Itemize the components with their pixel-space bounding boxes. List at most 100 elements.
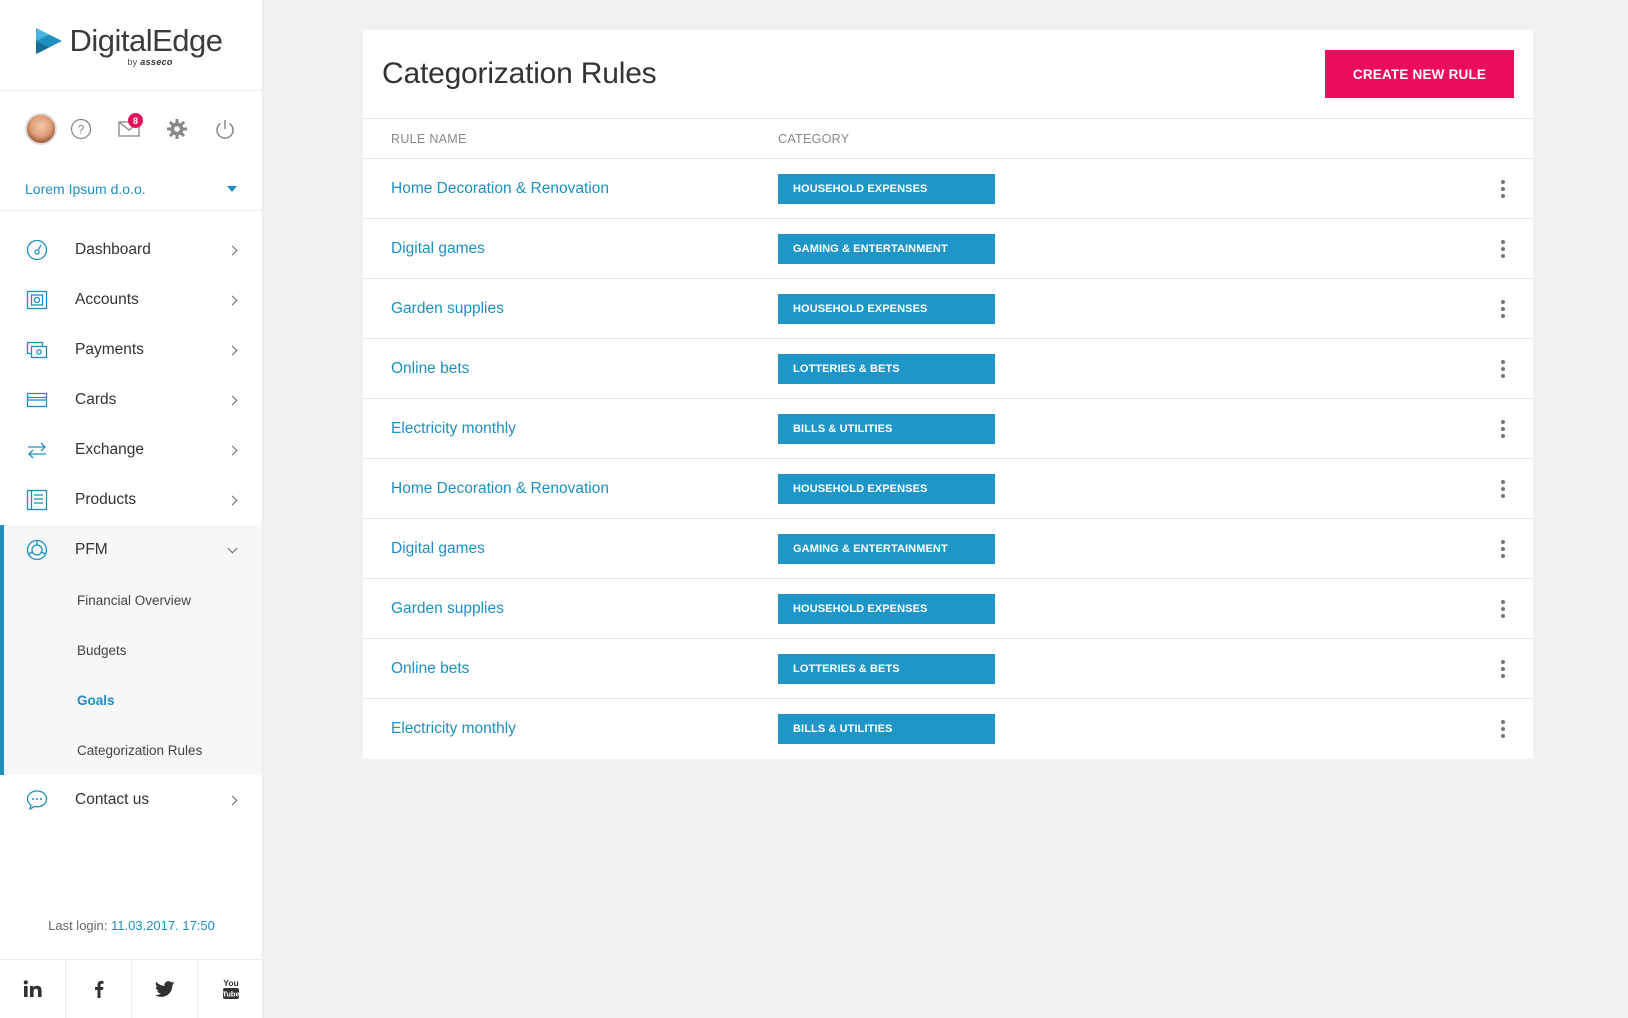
sidebar-item-contact[interactable]: Contact us [0, 775, 262, 825]
more-vertical-icon [1501, 359, 1505, 364]
rule-name-link[interactable]: Digital games [363, 240, 778, 258]
chevron-down-icon [227, 185, 237, 192]
more-options-button[interactable] [1473, 289, 1533, 329]
category-cell: HOUSEHOLD EXPENSES [778, 593, 1473, 624]
more-vertical-icon [1501, 239, 1505, 244]
more-options-button[interactable] [1473, 409, 1533, 449]
linkedin-link[interactable] [0, 960, 66, 1018]
category-badge: HOUSEHOLD EXPENSES [778, 593, 995, 624]
user-toolbar: ? 8 [0, 91, 262, 167]
dashboard-icon [24, 237, 50, 263]
category-cell: LOTTERIES & BETS [778, 653, 1473, 684]
sidebar-subitem-budgets[interactable]: Budgets [4, 625, 262, 675]
category-badge: GAMING & ENTERTAINMENT [778, 233, 995, 264]
table-row: Digital games GAMING & ENTERTAINMENT [363, 519, 1533, 579]
table-header: RULE NAME CATEGORY [363, 119, 1533, 159]
facebook-link[interactable] [66, 960, 132, 1018]
messages-button[interactable]: 8 [105, 113, 153, 145]
more-options-button[interactable] [1473, 169, 1533, 209]
panel-header: Categorization Rules CREATE NEW RULE [363, 30, 1533, 119]
help-button[interactable]: ? [57, 113, 105, 145]
table-row: Online bets LOTTERIES & BETS [363, 639, 1533, 699]
sidebar-item-exchange[interactable]: Exchange [0, 425, 262, 475]
rule-name-link[interactable]: Digital games [363, 540, 778, 558]
logo-mark-icon [36, 28, 63, 54]
sidebar-subitem-goals[interactable]: Goals [4, 675, 262, 725]
category-badge: LOTTERIES & BETS [778, 653, 995, 684]
sidebar-item-products[interactable]: Products [0, 475, 262, 525]
main-nav: Dashboard Accounts Payments Cards Exchan… [0, 211, 262, 825]
more-options-button[interactable] [1473, 649, 1533, 689]
column-header-rule-name[interactable]: RULE NAME [363, 132, 778, 146]
more-options-button[interactable] [1473, 349, 1533, 389]
table-row: Online bets LOTTERIES & BETS [363, 339, 1533, 399]
more-vertical-icon [1501, 720, 1505, 724]
category-badge: HOUSEHOLD EXPENSES [778, 473, 995, 504]
rule-name-link[interactable]: Electricity monthly [363, 420, 778, 438]
sidebar: DigitalEdge by asseco ? 8 Lorem Ipsum d.… [0, 0, 263, 1018]
page-title: Categorization Rules [382, 57, 657, 90]
payments-icon [24, 337, 50, 363]
rule-name-link[interactable]: Online bets [363, 660, 778, 678]
more-vertical-icon [1501, 419, 1505, 424]
chevron-right-icon [227, 395, 238, 405]
logout-button[interactable] [201, 113, 249, 145]
help-icon: ? [70, 118, 92, 140]
category-badge: BILLS & UTILITIES [778, 413, 995, 444]
sidebar-subitem-financial-overview[interactable]: Financial Overview [4, 575, 262, 625]
rule-name-link[interactable]: Home Decoration & Renovation [363, 180, 778, 198]
youtube-link[interactable]: You Tube [198, 960, 263, 1018]
more-vertical-icon [1501, 599, 1505, 604]
social-links: You Tube [0, 959, 263, 1018]
more-options-button[interactable] [1473, 529, 1533, 569]
facebook-icon [94, 980, 103, 998]
company-selector[interactable]: Lorem Ipsum d.o.o. [0, 167, 262, 211]
chevron-right-icon [227, 495, 238, 505]
chevron-right-icon [227, 345, 238, 355]
more-options-button[interactable] [1473, 589, 1533, 629]
sidebar-item-pfm[interactable]: PFM [4, 525, 262, 575]
table-row: Garden supplies HOUSEHOLD EXPENSES [363, 279, 1533, 339]
svg-text:You: You [223, 978, 238, 988]
sidebar-item-accounts[interactable]: Accounts [0, 275, 262, 325]
brand-logo[interactable]: DigitalEdge by asseco [0, 0, 262, 91]
category-cell: HOUSEHOLD EXPENSES [778, 473, 1473, 504]
table-row: Home Decoration & Renovation HOUSEHOLD EX… [363, 159, 1533, 219]
sidebar-subitem-categorization-rules[interactable]: Categorization Rules [4, 725, 262, 775]
rule-name-link[interactable]: Garden supplies [363, 600, 778, 618]
rule-name-link[interactable]: Electricity monthly [363, 720, 778, 738]
category-badge: LOTTERIES & BETS [778, 353, 995, 384]
brand-name: DigitalEdge [69, 23, 223, 58]
column-header-category[interactable]: CATEGORY [778, 132, 849, 146]
linkedin-icon [23, 980, 42, 997]
more-vertical-icon [1501, 179, 1505, 184]
chevron-right-icon [227, 795, 238, 805]
category-cell: HOUSEHOLD EXPENSES [778, 293, 1473, 324]
svg-text:Tube: Tube [222, 990, 239, 999]
category-badge: HOUSEHOLD EXPENSES [778, 173, 995, 204]
more-options-button[interactable] [1473, 469, 1533, 509]
exchange-icon [24, 437, 50, 463]
twitter-link[interactable] [132, 960, 198, 1018]
category-badge: HOUSEHOLD EXPENSES [778, 293, 995, 324]
avatar[interactable] [25, 113, 57, 145]
more-vertical-icon [1501, 299, 1505, 304]
rules-panel: Categorization Rules CREATE NEW RULE RUL… [363, 30, 1533, 759]
rule-name-link[interactable]: Home Decoration & Renovation [363, 480, 778, 498]
create-new-rule-button[interactable]: CREATE NEW RULE [1325, 50, 1514, 98]
chevron-down-icon [227, 543, 238, 553]
rule-name-link[interactable]: Online bets [363, 360, 778, 378]
table-row: Home Decoration & Renovation HOUSEHOLD EX… [363, 459, 1533, 519]
sidebar-item-cards[interactable]: Cards [0, 375, 262, 425]
company-name: Lorem Ipsum d.o.o. [25, 180, 146, 197]
rule-name-link[interactable]: Garden supplies [363, 300, 778, 318]
brand-byline: by asseco [127, 57, 173, 67]
settings-button[interactable] [153, 113, 201, 145]
sidebar-item-payments[interactable]: Payments [0, 325, 262, 375]
rules-table-body: Home Decoration & Renovation HOUSEHOLD EX… [363, 159, 1533, 759]
more-options-button[interactable] [1473, 229, 1533, 269]
table-row: Digital games GAMING & ENTERTAINMENT [363, 219, 1533, 279]
sidebar-item-dashboard[interactable]: Dashboard [0, 225, 262, 275]
more-options-button[interactable] [1473, 709, 1533, 749]
more-vertical-icon [1501, 659, 1505, 664]
